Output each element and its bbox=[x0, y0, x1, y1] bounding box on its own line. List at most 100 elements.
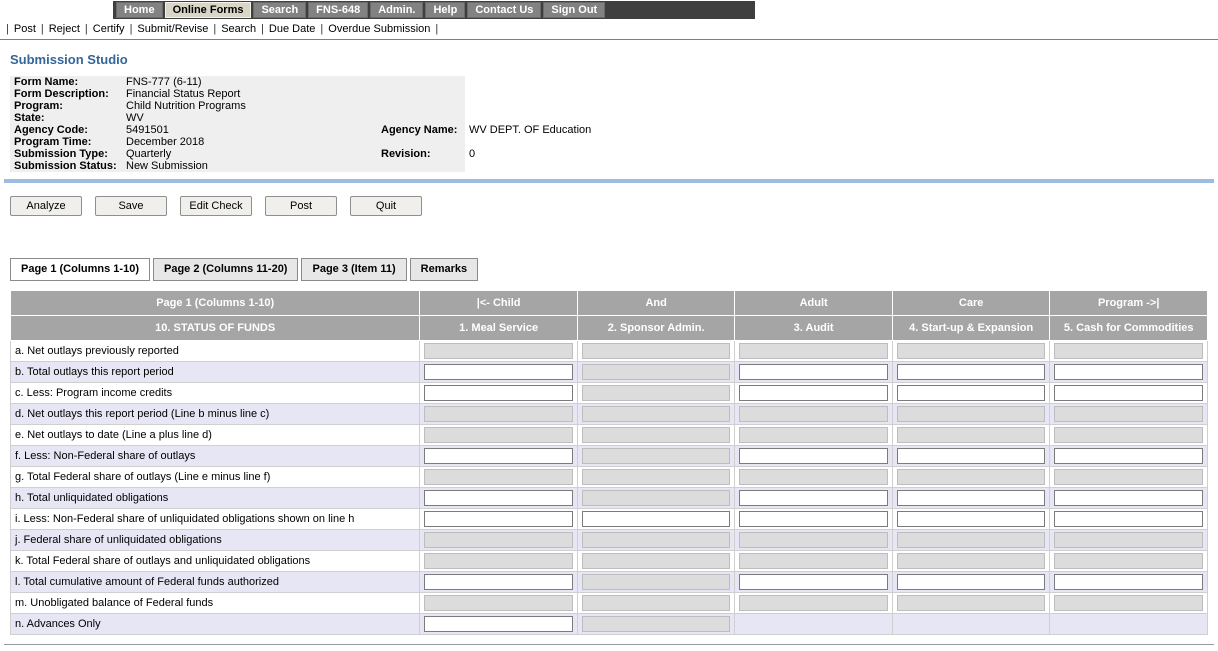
amount-input[interactable] bbox=[424, 511, 573, 527]
grid-cell bbox=[1049, 550, 1208, 572]
amount-input[interactable] bbox=[739, 385, 888, 401]
grid-cell bbox=[891, 361, 1051, 383]
amount-input[interactable] bbox=[896, 385, 1046, 401]
menu-search[interactable]: Search bbox=[221, 23, 256, 35]
grid-cell bbox=[734, 403, 893, 425]
post-button[interactable]: Post bbox=[265, 196, 337, 216]
bottom-divider bbox=[4, 644, 1214, 645]
amount-input bbox=[896, 595, 1046, 611]
amount-input bbox=[739, 406, 888, 422]
form-info-row: Form Name: FNS-777 (6-11) bbox=[10, 76, 1070, 88]
info-value: New Submission bbox=[122, 160, 377, 172]
grid-cell bbox=[1049, 361, 1208, 383]
amount-input[interactable] bbox=[896, 511, 1046, 527]
amount-input bbox=[1054, 532, 1203, 548]
amount-input[interactable] bbox=[1054, 490, 1203, 506]
amount-input[interactable] bbox=[896, 490, 1046, 506]
form-info-body: Form Name: FNS-777 (6-11) Form Description… bbox=[10, 76, 1070, 172]
amount-input[interactable] bbox=[739, 511, 888, 527]
amount-input bbox=[581, 469, 731, 485]
grid-cell bbox=[419, 403, 578, 425]
info-value: 5491501 bbox=[122, 124, 377, 136]
save-button[interactable]: Save bbox=[95, 196, 167, 216]
amount-input[interactable] bbox=[739, 364, 888, 380]
amount-input[interactable] bbox=[1054, 364, 1203, 380]
menu-post[interactable]: Post bbox=[14, 23, 36, 35]
nav-sign-out[interactable]: Sign Out bbox=[543, 2, 606, 18]
amount-input[interactable] bbox=[424, 448, 573, 464]
grid-cell bbox=[576, 466, 736, 488]
amount-input[interactable] bbox=[739, 490, 888, 506]
menu-due-date[interactable]: Due Date bbox=[269, 23, 315, 35]
row-label: i. Less: Non-Federal share of unliquidat… bbox=[9, 508, 421, 530]
grid-cell bbox=[419, 508, 578, 530]
amount-input[interactable] bbox=[896, 364, 1046, 380]
tab-remarks[interactable]: Remarks bbox=[409, 258, 479, 281]
menu-overdue-submission[interactable]: Overdue Submission bbox=[328, 23, 430, 35]
amount-input bbox=[896, 427, 1046, 443]
amount-input[interactable] bbox=[581, 511, 731, 527]
grid-cell bbox=[891, 403, 1051, 425]
grid-header-meal-service: 1. Meal Service bbox=[419, 315, 578, 341]
edit-check-button[interactable]: Edit Check bbox=[180, 196, 252, 216]
grid-cell bbox=[891, 445, 1051, 467]
grid-cell bbox=[1049, 382, 1208, 404]
grid-header-cell-page: Page 1 (Columns 1-10) bbox=[9, 290, 421, 316]
grid-cell bbox=[1049, 466, 1208, 488]
grid-cell bbox=[891, 424, 1051, 446]
amount-input[interactable] bbox=[1054, 574, 1203, 590]
amount-input[interactable] bbox=[739, 574, 888, 590]
nav-online-forms[interactable]: Online Forms bbox=[164, 2, 252, 18]
amount-input bbox=[896, 469, 1046, 485]
nav-admin[interactable]: Admin. bbox=[370, 2, 424, 18]
nav-help[interactable]: Help bbox=[425, 2, 466, 18]
info-value-2 bbox=[465, 112, 1070, 124]
amount-input bbox=[424, 469, 573, 485]
amount-input[interactable] bbox=[424, 364, 573, 380]
top-bar: Home Online Forms Search FNS-648 Admin. Help C… bbox=[0, 0, 1218, 20]
tab-page-2-columns-11-20[interactable]: Page 2 (Columns 11-20) bbox=[152, 258, 299, 281]
menu-reject[interactable]: Reject bbox=[49, 23, 80, 35]
amount-input bbox=[896, 343, 1046, 359]
menu-certify[interactable]: Certify bbox=[93, 23, 125, 35]
amount-input bbox=[424, 532, 573, 548]
amount-input[interactable] bbox=[1054, 511, 1203, 527]
nav-home[interactable]: Home bbox=[116, 2, 163, 18]
amount-input[interactable] bbox=[896, 448, 1046, 464]
amount-input bbox=[739, 343, 888, 359]
amount-input bbox=[1054, 469, 1203, 485]
tab-page-1-columns-1-10[interactable]: Page 1 (Columns 1-10) bbox=[10, 258, 150, 281]
amount-input bbox=[581, 406, 731, 422]
menu-submit-revise[interactable]: Submit/Revise bbox=[137, 23, 208, 35]
nav-contact-us[interactable]: Contact Us bbox=[467, 2, 542, 18]
amount-input[interactable] bbox=[1054, 385, 1203, 401]
grid-header-cell-adult: Adult bbox=[734, 290, 893, 316]
amount-input[interactable] bbox=[424, 574, 573, 590]
amount-input[interactable] bbox=[424, 490, 573, 506]
grid-cell bbox=[891, 592, 1051, 614]
grid-cell bbox=[419, 340, 578, 362]
amount-input[interactable] bbox=[424, 616, 573, 632]
nav-search[interactable]: Search bbox=[253, 2, 307, 18]
row-label: c. Less: Program income credits bbox=[9, 382, 421, 404]
amount-input bbox=[424, 595, 573, 611]
form-info-row: Submission Type: Quarterly Revision: 0 bbox=[10, 148, 1070, 160]
info-label: Form Name: bbox=[10, 76, 122, 88]
analyze-button[interactable]: Analyze bbox=[10, 196, 82, 216]
tab-page-3-item-11[interactable]: Page 3 (Item 11) bbox=[301, 258, 407, 281]
grid-cell bbox=[419, 487, 578, 509]
quit-button[interactable]: Quit bbox=[350, 196, 422, 216]
amount-input[interactable] bbox=[424, 385, 573, 401]
info-label-2 bbox=[377, 76, 465, 88]
table-row: e. Net outlays to date (Line a plus line… bbox=[9, 424, 1208, 446]
row-label: g. Total Federal share of outlays (Line … bbox=[9, 466, 421, 488]
amount-input bbox=[581, 385, 731, 401]
grid-cell bbox=[1049, 571, 1208, 593]
grid-cell bbox=[576, 508, 736, 530]
amount-input[interactable] bbox=[896, 574, 1046, 590]
amount-input[interactable] bbox=[739, 448, 888, 464]
amount-input bbox=[896, 553, 1046, 569]
nav-fns-648[interactable]: FNS-648 bbox=[308, 2, 369, 18]
amount-input[interactable] bbox=[1054, 448, 1203, 464]
info-value-2 bbox=[465, 76, 1070, 88]
